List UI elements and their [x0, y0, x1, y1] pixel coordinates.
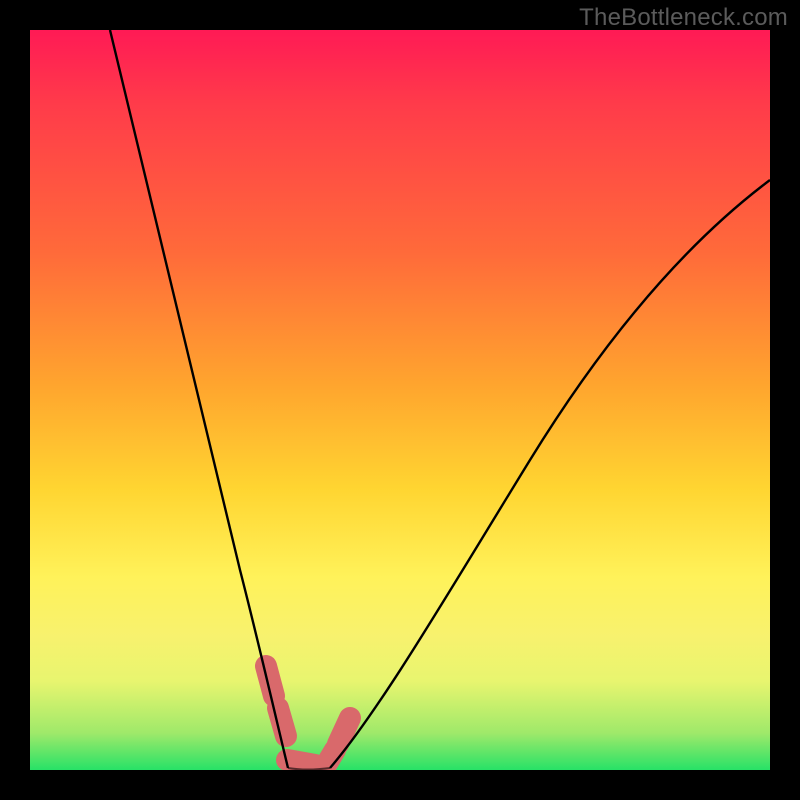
chart-container: TheBottleneck.com [0, 0, 800, 800]
curve-right-branch [330, 180, 770, 768]
plot-area [30, 30, 770, 770]
curve-layer [30, 30, 770, 770]
watermark-text: TheBottleneck.com [579, 4, 788, 32]
curve-left-branch [110, 30, 288, 768]
highlight-valley [266, 666, 350, 765]
